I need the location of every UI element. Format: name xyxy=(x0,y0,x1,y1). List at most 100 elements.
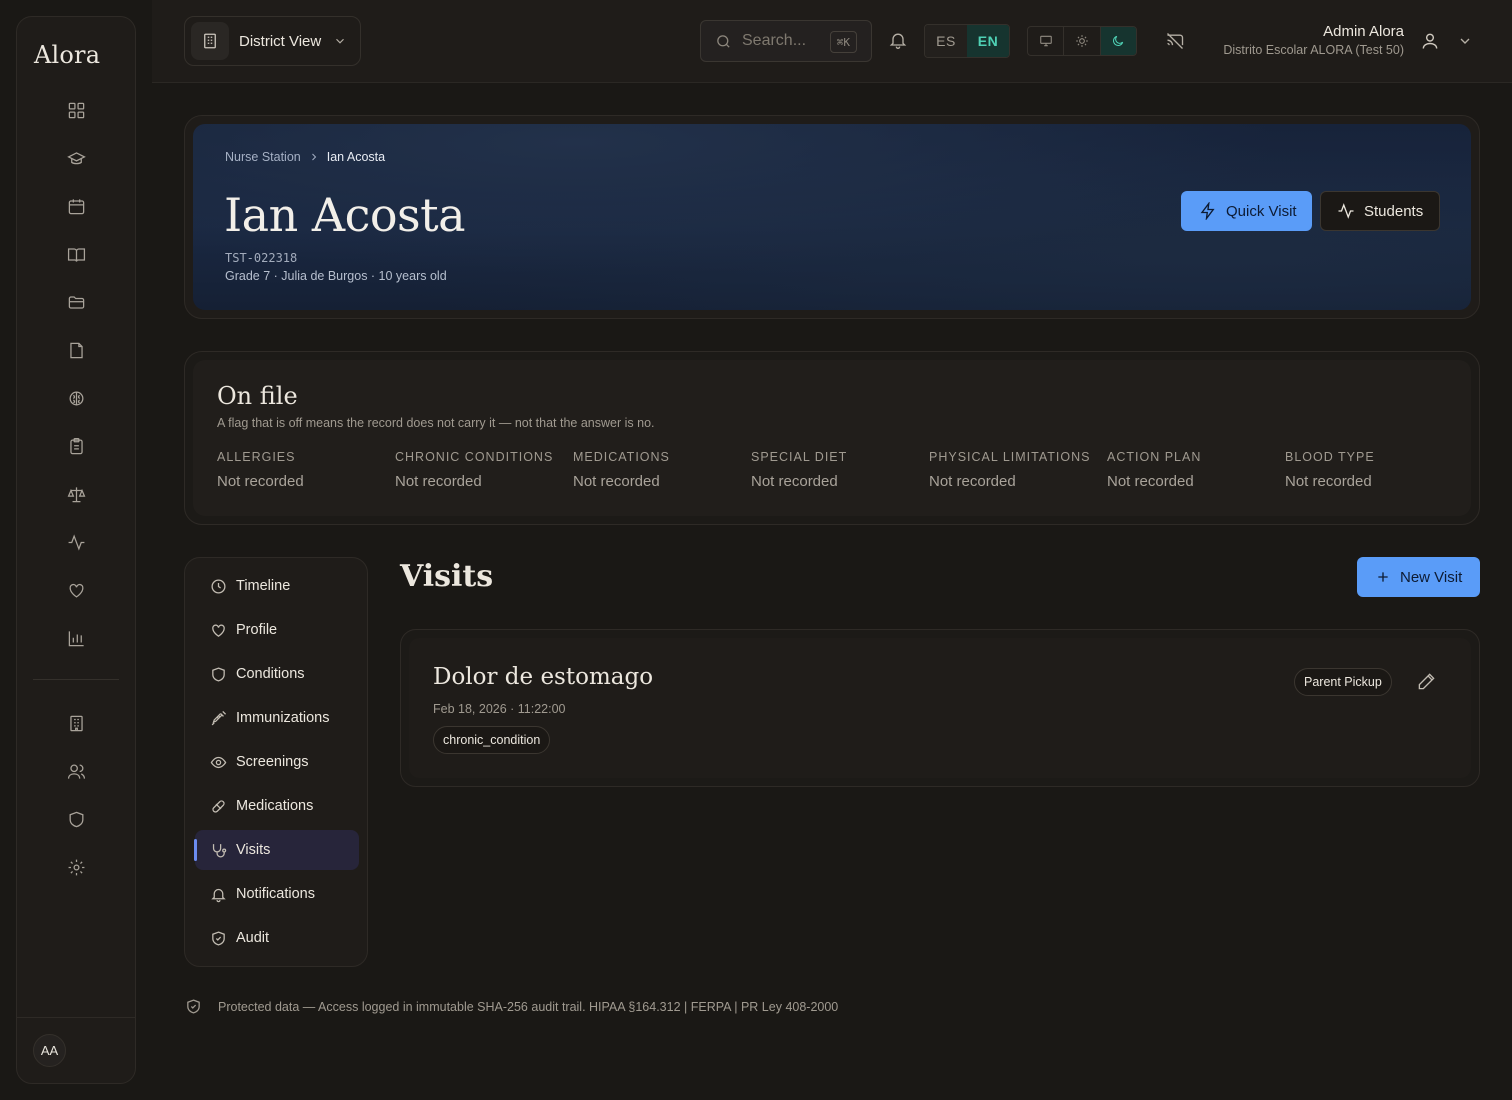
user-info[interactable]: Admin Alora Distrito Escolar ALORA (Test… xyxy=(1223,23,1404,57)
tab-label: Audit xyxy=(236,930,270,946)
shield-check-icon xyxy=(185,998,202,1015)
activity-icon[interactable] xyxy=(64,530,88,554)
tab-label: Notifications xyxy=(236,886,315,902)
lang-en-button[interactable]: EN xyxy=(967,25,1009,57)
chevron-down-icon[interactable] xyxy=(1457,33,1473,49)
students-label: Students xyxy=(1364,202,1424,220)
pill-icon xyxy=(212,799,225,813)
tab-profile[interactable]: Profile xyxy=(195,610,359,650)
flag-allergies: ALLERGIES Not recorded xyxy=(217,450,304,490)
tab-conditions[interactable]: Conditions xyxy=(195,654,359,694)
sidebar: Alora AA xyxy=(16,16,136,1084)
graduation-cap-icon[interactable] xyxy=(64,146,88,170)
breadcrumb-current: Ian Acosta xyxy=(326,150,386,164)
tab-label: Visits xyxy=(236,842,271,858)
shield-check-icon xyxy=(212,930,225,946)
search-input[interactable]: Search... ⌘K xyxy=(700,20,872,62)
book-icon[interactable] xyxy=(64,242,88,266)
on-file-title: On file xyxy=(217,382,298,410)
stethoscope-icon xyxy=(212,843,227,858)
sidebar-footer: AA xyxy=(17,1017,135,1083)
avatar[interactable]: AA xyxy=(33,1034,66,1067)
heart-icon xyxy=(212,624,225,637)
user-icon[interactable] xyxy=(1420,31,1440,51)
user-organization: Distrito Escolar ALORA (Test 50) xyxy=(1223,43,1404,57)
flag-chronic-conditions: CHRONIC CONDITIONS Not recorded xyxy=(395,450,553,490)
search-placeholder: Search... xyxy=(742,32,807,49)
tab-visits[interactable]: Visits xyxy=(194,830,359,870)
dashboard-icon[interactable] xyxy=(64,98,88,122)
tab-label: Profile xyxy=(236,622,278,638)
students-button[interactable]: Students xyxy=(1320,191,1440,231)
bar-chart-icon[interactable] xyxy=(64,626,88,650)
brand-logo[interactable]: Alora xyxy=(34,41,100,69)
breadcrumb-nurse-station[interactable]: Nurse Station xyxy=(225,150,301,164)
search-icon xyxy=(715,33,732,50)
student-header-card: Nurse Station Ian Acosta Ian Acosta TST-… xyxy=(184,115,1480,319)
flag-label: BLOOD TYPE xyxy=(1285,450,1375,464)
calendar-icon[interactable] xyxy=(64,194,88,218)
tab-screenings[interactable]: Screenings xyxy=(195,742,359,782)
flag-physical-limitations: PHYSICAL LIMITATIONS Not recorded xyxy=(929,450,1090,490)
visit-card[interactable]: Dolor de estomago Feb 18, 2026 · 11:22:0… xyxy=(400,629,1480,787)
brain-icon[interactable] xyxy=(64,386,88,410)
flag-medications: MEDICATIONS Not recorded xyxy=(573,450,670,490)
new-visit-label: New Visit xyxy=(1400,568,1463,586)
flag-value: Not recorded xyxy=(751,473,838,490)
district-view-dropdown[interactable]: District View xyxy=(184,16,361,66)
moon-icon[interactable] xyxy=(1100,27,1136,55)
chevron-right-icon xyxy=(308,151,320,163)
document-icon[interactable] xyxy=(64,338,88,362)
flag-value: Not recorded xyxy=(1285,473,1372,490)
folder-icon[interactable] xyxy=(64,290,88,314)
quick-visit-label: Quick Visit xyxy=(1226,202,1297,220)
bell-icon xyxy=(211,888,226,902)
tab-medications[interactable]: Medications xyxy=(195,786,359,826)
scale-icon[interactable] xyxy=(64,482,88,506)
lang-es-button[interactable]: ES xyxy=(925,25,967,57)
tab-immunizations[interactable]: Immunizations xyxy=(195,698,359,738)
heart-icon[interactable] xyxy=(64,578,88,602)
flag-value: Not recorded xyxy=(1107,473,1194,490)
topbar: District View Search... ⌘K ES EN Admin A… xyxy=(152,0,1512,83)
tab-label: Timeline xyxy=(236,578,291,594)
clipboard-icon[interactable] xyxy=(64,434,88,458)
flag-label: SPECIAL DIET xyxy=(751,450,848,464)
student-code: TST-022318 xyxy=(225,251,298,265)
shield-icon xyxy=(212,666,225,682)
student-meta: Grade 7 · Julia de Burgos · 10 years old xyxy=(225,269,447,283)
quick-visit-button[interactable]: Quick Visit xyxy=(1181,191,1312,231)
notifications-bell-icon[interactable] xyxy=(888,30,908,50)
visit-date: Feb 18, 2026 · 11:22:00 xyxy=(433,702,566,716)
student-header: Nurse Station Ian Acosta Ian Acosta TST-… xyxy=(193,124,1471,310)
tab-timeline[interactable]: Timeline xyxy=(195,566,359,606)
tab-label: Immunizations xyxy=(236,710,330,726)
monitor-icon[interactable] xyxy=(1028,27,1065,55)
eye-icon xyxy=(210,756,227,768)
users-icon[interactable] xyxy=(64,759,88,783)
on-file-subtitle: A flag that is off means the record does… xyxy=(217,416,655,430)
breadcrumb: Nurse Station Ian Acosta xyxy=(225,150,385,164)
building-icon[interactable] xyxy=(64,711,88,735)
sidebar-divider xyxy=(33,679,119,680)
flag-value: Not recorded xyxy=(395,473,482,490)
new-visit-button[interactable]: New Visit xyxy=(1357,557,1480,597)
gear-icon[interactable] xyxy=(64,855,88,879)
plus-icon xyxy=(1375,569,1391,585)
district-view-label: District View xyxy=(239,32,322,50)
on-file-panel: On file A flag that is off means the rec… xyxy=(193,360,1471,516)
activity-icon xyxy=(1337,202,1355,220)
cast-off-icon[interactable] xyxy=(1165,31,1185,51)
tab-audit[interactable]: Audit xyxy=(195,918,359,958)
privacy-notice: Protected data — Access logged in immuta… xyxy=(185,998,838,1015)
tab-notifications[interactable]: Notifications xyxy=(195,874,359,914)
language-toggle: ES EN xyxy=(924,24,1010,58)
sun-icon[interactable] xyxy=(1064,27,1101,55)
clock-icon xyxy=(211,578,226,594)
flag-value: Not recorded xyxy=(217,473,304,490)
theme-toggle xyxy=(1027,26,1137,56)
pencil-icon[interactable] xyxy=(1417,672,1436,691)
privacy-notice-text: Protected data — Access logged in immuta… xyxy=(218,999,839,1014)
shield-icon[interactable] xyxy=(64,807,88,831)
disposition-badge: Parent Pickup xyxy=(1294,668,1392,696)
